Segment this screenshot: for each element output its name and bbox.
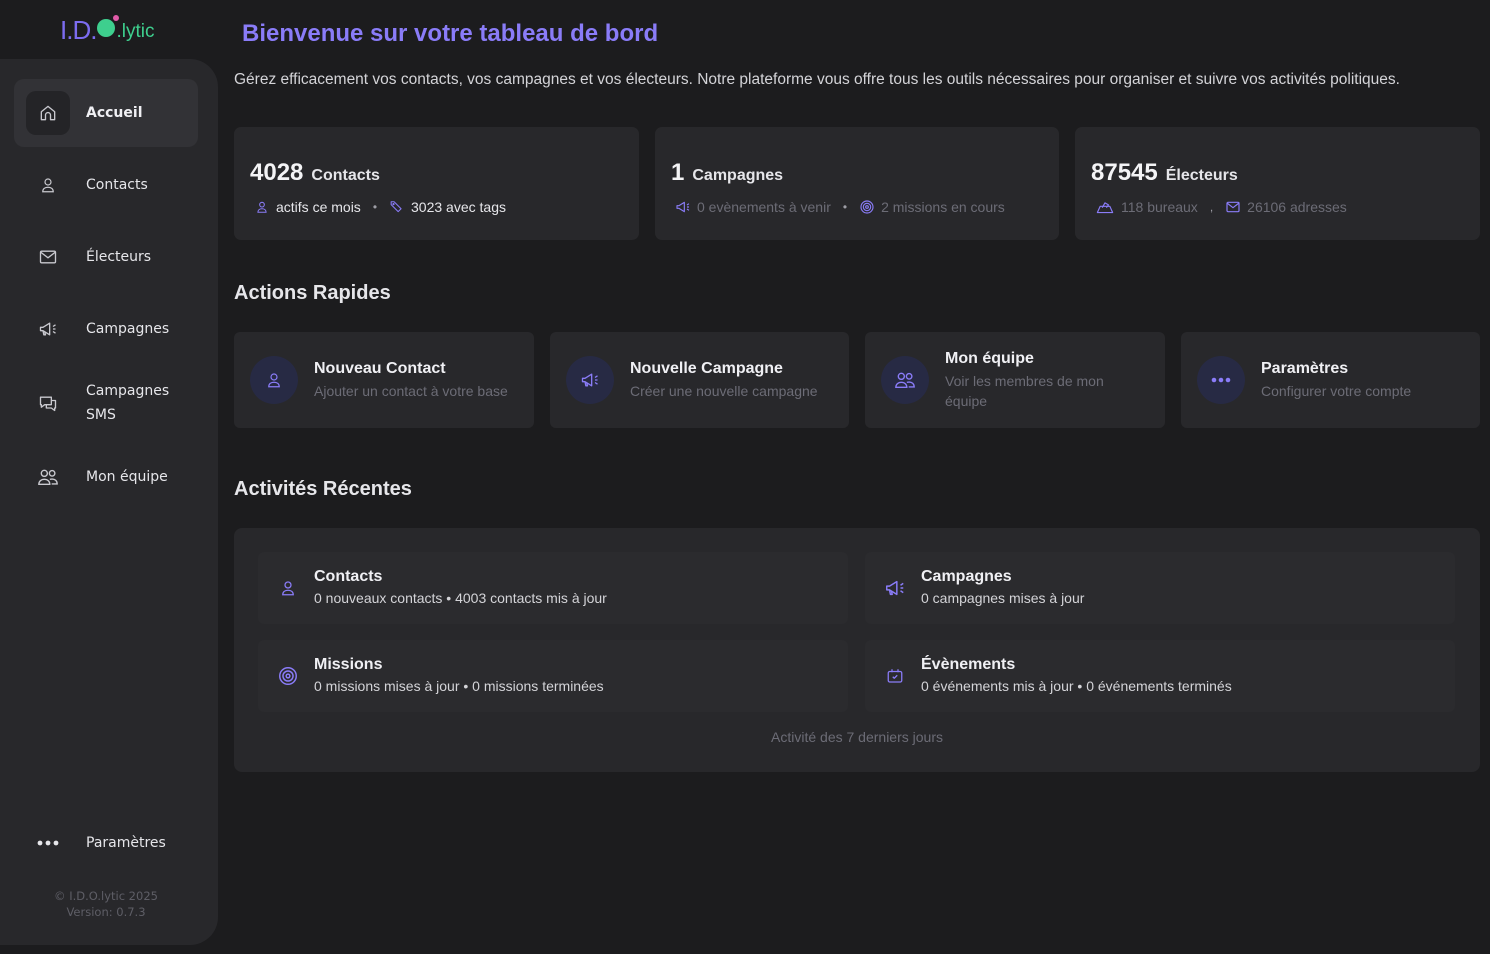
activity-card-campagnes[interactable]: Campagnes 0 campagnes mises à jour (865, 552, 1455, 624)
team-icon (26, 455, 70, 499)
sidebar: Accueil Contacts Électeurs Campagnes Cam… (0, 59, 218, 945)
sidebar-item-campagnes[interactable]: Campagnes (14, 295, 198, 363)
activity-title: Campagnes (921, 568, 1012, 585)
stat-details: 0 evènements à venir • 2 missions en cou… (675, 199, 1005, 215)
sidebar-item-contacts[interactable]: Contacts (14, 151, 198, 219)
stat-card-electeurs[interactable]: 87545 Électeurs 118 bureaux , 26106 adre… (1075, 127, 1480, 240)
megaphone-icon (675, 199, 691, 215)
activity-card-evenements[interactable]: Évènements 0 événements mis à jour • 0 é… (865, 640, 1455, 712)
more-dots-icon (26, 821, 70, 865)
sidebar-item-accueil[interactable]: Accueil (14, 79, 198, 147)
tag-icon (389, 199, 405, 215)
sidebar-item-label: Électeurs (86, 249, 152, 265)
stat-detail-1: actifs ce mois (276, 199, 361, 215)
separator-comma: , (1209, 200, 1214, 214)
logo-text-left: I.D. (60, 14, 97, 45)
quick-action-subtitle: Créer une nouvelle campagne (630, 383, 818, 399)
quick-action-title: Mon équipe (945, 350, 1034, 367)
stat-card-campagnes[interactable]: 1 Campagnes 0 evènements à venir • 2 mis… (655, 127, 1059, 240)
recent-activity-title: Activités Récentes (234, 478, 412, 500)
mail-icon (1225, 199, 1241, 215)
stat-details: 118 bureaux , 26106 adresses (1095, 199, 1347, 215)
user-icon (250, 356, 298, 404)
quick-action-title: Nouveau Contact (314, 360, 446, 377)
page-title: Bienvenue sur votre tableau de bord (242, 20, 659, 47)
quick-action-subtitle: Configurer votre compte (1261, 383, 1412, 399)
quick-action-my-team[interactable]: Mon équipe Voir les membres de mon équip… (865, 332, 1165, 428)
quick-action-settings[interactable]: Paramètres Configurer votre compte (1181, 332, 1480, 428)
user-icon (26, 163, 70, 207)
stat-unit: Électeurs (1165, 167, 1238, 184)
sidebar-item-electeurs[interactable]: Électeurs (14, 223, 198, 291)
calendar-icon (883, 664, 907, 688)
activity-card-missions[interactable]: Missions 0 missions mises à jour • 0 mis… (258, 640, 848, 712)
activity-title: Contacts (314, 568, 383, 585)
stat-details: actifs ce mois • 3023 avec tags (254, 199, 506, 215)
more-dots-icon (1197, 356, 1245, 404)
quick-action-title: Paramètres (1261, 360, 1349, 377)
activity-detail: 0 campagnes mises à jour (921, 590, 1085, 606)
stat-detail-2: 3023 avec tags (411, 199, 506, 215)
version-text: Version: 0.7.3 (66, 905, 146, 919)
team-icon (881, 356, 929, 404)
sidebar-item-campagnes-sms[interactable]: Campagnes SMS (14, 367, 198, 439)
sidebar-item-label: Campagnes SMS (86, 383, 170, 423)
quick-actions-title: Actions Rapides (234, 282, 391, 304)
stat-unit: Campagnes (692, 167, 784, 184)
separator-dot: • (842, 200, 848, 214)
recent-activity-panel: Contacts 0 nouveaux contacts • 4003 cont… (234, 528, 1480, 772)
copyright-text: © I.D.O.lytic 2025 (54, 889, 158, 903)
sidebar-item-label: Accueil (86, 105, 143, 121)
mail-icon (26, 235, 70, 279)
megaphone-icon (26, 307, 70, 351)
target-icon (276, 664, 300, 688)
target-icon (859, 199, 875, 215)
activity-title: Missions (314, 656, 383, 673)
quick-action-subtitle: Ajouter un contact à votre base (314, 383, 508, 399)
activity-title: Évènements (921, 656, 1016, 673)
quick-action-subtitle: Voir les membres de mon équipe (945, 373, 1104, 409)
activity-detail: 0 événements mis à jour • 0 événements t… (921, 678, 1232, 694)
separator-dot: • (372, 200, 378, 214)
ballot-box-icon (1095, 199, 1115, 215)
activity-period-note: Activité des 7 derniers jours (771, 729, 943, 745)
user-icon (276, 576, 300, 600)
stat-detail-2: 2 missions en cours (881, 199, 1005, 215)
app-logo[interactable]: I.D. .lytic (60, 14, 154, 46)
quick-action-new-campaign[interactable]: Nouvelle Campagne Créer une nouvelle cam… (550, 332, 849, 428)
stat-detail-1: 0 evènements à venir (697, 199, 831, 215)
activity-card-contacts[interactable]: Contacts 0 nouveaux contacts • 4003 cont… (258, 552, 848, 624)
home-icon (26, 91, 70, 135)
stat-value: 4028 (250, 159, 304, 186)
chat-icon (26, 381, 70, 425)
stat-value: 87545 (1091, 159, 1158, 186)
sidebar-item-label: Campagnes (86, 321, 170, 337)
quick-action-new-contact[interactable]: Nouveau Contact Ajouter un contact à vot… (234, 332, 534, 428)
stat-detail-1: 118 bureaux (1121, 199, 1198, 215)
sidebar-item-mon-equipe[interactable]: Mon équipe (14, 443, 198, 511)
stat-detail-2: 26106 adresses (1247, 199, 1347, 215)
sidebar-item-label: Contacts (86, 177, 148, 193)
sidebar-item-label: Mon équipe (86, 469, 168, 485)
stat-unit: Contacts (311, 167, 380, 184)
page-description: Gérez efficacement vos contacts, vos cam… (234, 71, 1400, 88)
logo-dot-icon (97, 15, 120, 37)
quick-action-title: Nouvelle Campagne (630, 360, 783, 377)
user-icon (254, 199, 270, 215)
stat-card-contacts[interactable]: 4028 Contacts actifs ce mois • 3023 avec… (234, 127, 639, 240)
stat-value: 1 (671, 159, 685, 186)
sidebar-item-parametres[interactable]: Paramètres (14, 809, 198, 877)
sidebar-item-label: Paramètres (86, 835, 166, 851)
logo-text-right: .lytic (116, 21, 155, 42)
megaphone-icon (566, 356, 614, 404)
megaphone-icon (883, 576, 907, 600)
sidebar-footer: © I.D.O.lytic 2025 Version: 0.7.3 (0, 888, 212, 920)
activity-detail: 0 missions mises à jour • 0 missions ter… (314, 678, 604, 694)
activity-detail: 0 nouveaux contacts • 4003 contacts mis … (314, 590, 607, 606)
